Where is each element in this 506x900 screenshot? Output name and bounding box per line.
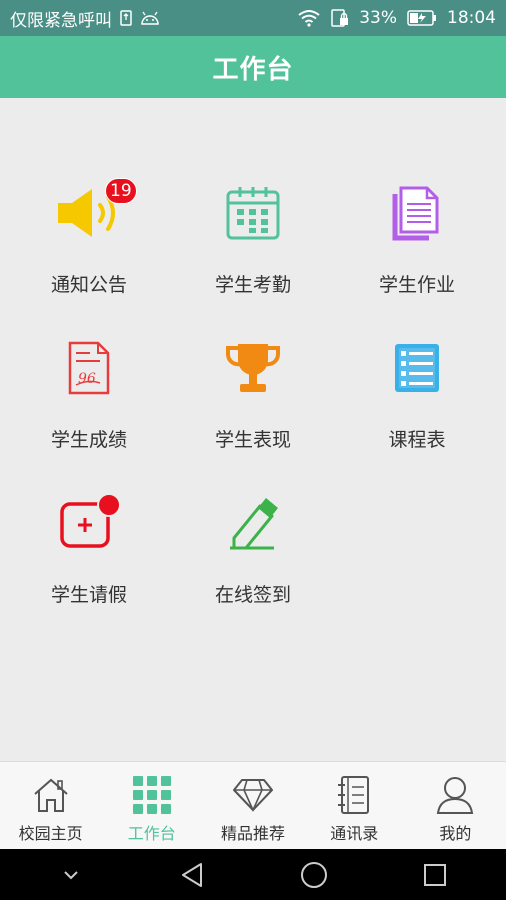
wifi-icon: [297, 9, 321, 27]
status-bar: 仅限紧急呼叫 33% 18:04: [0, 0, 506, 36]
nav-item-mine[interactable]: 我的: [405, 762, 506, 849]
recents-button[interactable]: [405, 855, 465, 895]
tile-performance[interactable]: 学生表现: [169, 333, 337, 463]
tile-label: 学生成绩: [50, 429, 127, 451]
user-icon: [433, 774, 477, 816]
header: 工作台: [0, 36, 506, 98]
contacts-icon: [332, 774, 376, 816]
schedule-icon: [377, 333, 457, 403]
score-paper-icon: 96: [49, 333, 129, 403]
battery-percent: 33%: [359, 8, 397, 28]
tile-label: 课程表: [388, 429, 446, 451]
nav-label: 我的: [439, 824, 472, 843]
speaker-icon: 19: [49, 178, 137, 248]
sim-lock-icon: [331, 9, 349, 27]
carrier-text: 仅限紧急呼叫: [10, 10, 112, 31]
tile-attendance[interactable]: 学生考勤: [169, 178, 337, 308]
battery-charging-icon: [407, 10, 437, 26]
pen-icon: [213, 488, 293, 558]
sim-icon: [120, 10, 132, 26]
tile-label: 学生考勤: [214, 274, 291, 296]
android-icon: [140, 11, 160, 25]
tile-notice[interactable]: 19 通知公告: [5, 178, 173, 308]
system-navigation-bar: [0, 849, 506, 900]
page-title: 工作台: [212, 54, 294, 85]
medical-icon: [49, 488, 129, 558]
tile-leave[interactable]: 学生请假: [5, 488, 173, 618]
svg-text:96: 96: [78, 371, 96, 387]
recents-square-icon: [424, 863, 447, 886]
home-circle-icon: [300, 861, 327, 888]
notification-badge: 19: [105, 178, 137, 204]
diamond-icon: [231, 774, 275, 816]
nav-item-recommend[interactable]: 精品推荐: [202, 762, 303, 849]
nav-item-contacts[interactable]: 通讯录: [304, 762, 405, 849]
nav-label: 工作台: [127, 824, 176, 843]
home-button[interactable]: [284, 855, 344, 895]
tile-timetable[interactable]: 课程表: [333, 333, 501, 463]
tile-label: 学生表现: [214, 429, 291, 451]
tile-scores[interactable]: 96 学生成绩: [5, 333, 173, 463]
calendar-icon: [213, 178, 293, 248]
bottom-nav: 校园主页 工作台 精品推荐 通讯录 我的: [0, 761, 506, 849]
nav-item-home[interactable]: 校园主页: [0, 762, 101, 849]
nav-label: 精品推荐: [221, 824, 286, 843]
home-icon: [29, 774, 73, 816]
tile-homework[interactable]: 学生作业: [333, 178, 501, 308]
back-button[interactable]: [162, 855, 222, 895]
tile-checkin[interactable]: 在线签到: [169, 488, 337, 618]
clock: 18:04: [447, 8, 496, 28]
tile-label: 学生作业: [378, 274, 455, 296]
nav-label: 校园主页: [18, 824, 83, 843]
grid-icon: [130, 774, 174, 816]
back-triangle-icon: [182, 862, 203, 887]
collapse-button[interactable]: [41, 855, 101, 895]
chevron-down-icon: [64, 870, 78, 879]
tile-label: 学生请假: [50, 584, 127, 606]
tile-label: 在线签到: [214, 584, 291, 606]
tile-label: 通知公告: [50, 274, 127, 296]
document-icon: [377, 178, 457, 248]
trophy-icon: [213, 333, 293, 403]
nav-label: 通讯录: [330, 824, 379, 843]
nav-item-workbench[interactable]: 工作台: [101, 762, 202, 849]
